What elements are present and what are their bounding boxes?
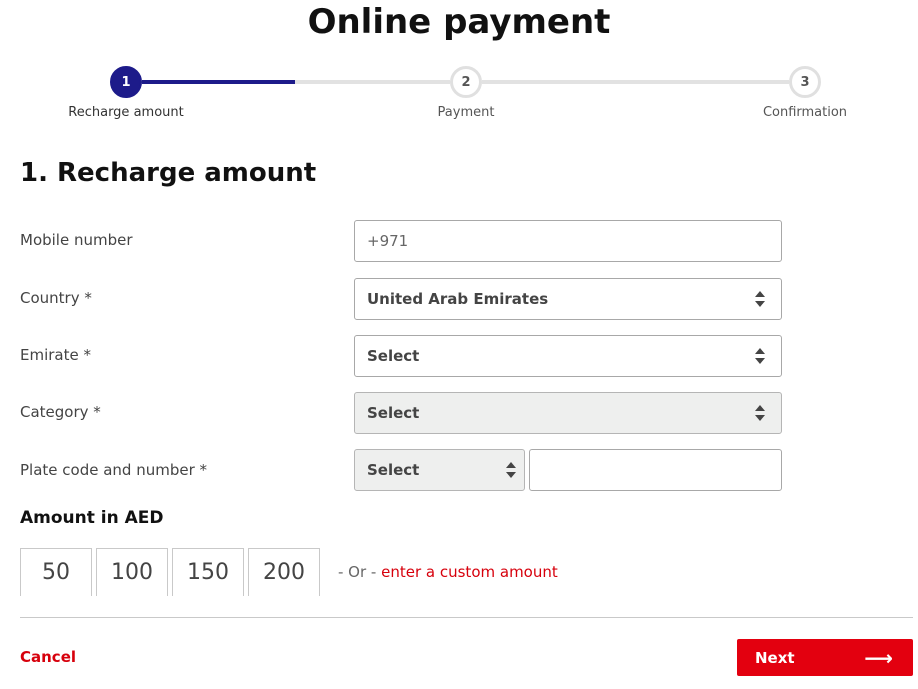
next-button-label: Next xyxy=(755,648,795,667)
country-select-value: United Arab Emirates xyxy=(367,290,549,308)
mobile-number-label: Mobile number xyxy=(20,231,133,249)
cancel-button[interactable]: Cancel xyxy=(20,648,76,666)
plate-label: Plate code and number * xyxy=(20,461,208,479)
country-label: Country * xyxy=(20,289,92,307)
country-select[interactable]: United Arab Emirates xyxy=(354,278,782,320)
next-button[interactable]: Next ⟶ xyxy=(737,639,913,676)
stepper-track-1-2 xyxy=(295,80,450,84)
amount-option-100[interactable]: 100 xyxy=(96,548,168,596)
footer-divider xyxy=(20,617,913,618)
section-title: 1. Recharge amount xyxy=(20,158,317,188)
amount-option-200[interactable]: 200 xyxy=(248,548,320,596)
amount-option-150[interactable]: 150 xyxy=(172,548,244,596)
stepper-track-2-3 xyxy=(482,80,789,84)
amount-title: Amount in AED xyxy=(20,508,164,528)
stepper-progress-filled xyxy=(142,80,295,84)
select-arrows-icon xyxy=(755,291,765,307)
step-1-circle: 1 xyxy=(110,66,142,98)
mobile-number-input[interactable] xyxy=(354,220,782,262)
category-select[interactable]: Select xyxy=(354,392,782,434)
step-1-label: Recharge amount xyxy=(68,105,184,120)
page-title: Online payment xyxy=(307,2,611,42)
amount-option-50[interactable]: 50 xyxy=(20,548,92,596)
step-3-label: Confirmation xyxy=(762,105,848,120)
custom-amount-link[interactable]: enter a custom amount xyxy=(381,563,558,581)
arrow-right-icon: ⟶ xyxy=(864,645,893,670)
category-label: Category * xyxy=(20,403,101,421)
select-arrows-icon xyxy=(755,348,765,364)
step-3-circle: 3 xyxy=(789,66,821,98)
select-arrows-icon xyxy=(506,462,516,478)
emirate-label: Emirate * xyxy=(20,346,91,364)
category-select-value: Select xyxy=(367,404,420,422)
custom-amount-row: - Or - enter a custom amount xyxy=(338,563,558,581)
plate-code-select[interactable]: Select xyxy=(354,449,525,491)
emirate-select[interactable]: Select xyxy=(354,335,782,377)
step-2-circle: 2 xyxy=(450,66,482,98)
step-2-label: Payment xyxy=(437,105,495,120)
select-arrows-icon xyxy=(755,405,765,421)
emirate-select-value: Select xyxy=(367,347,420,365)
plate-number-input[interactable] xyxy=(529,449,782,491)
or-separator: - Or - xyxy=(338,563,377,581)
plate-code-select-value: Select xyxy=(367,461,420,479)
